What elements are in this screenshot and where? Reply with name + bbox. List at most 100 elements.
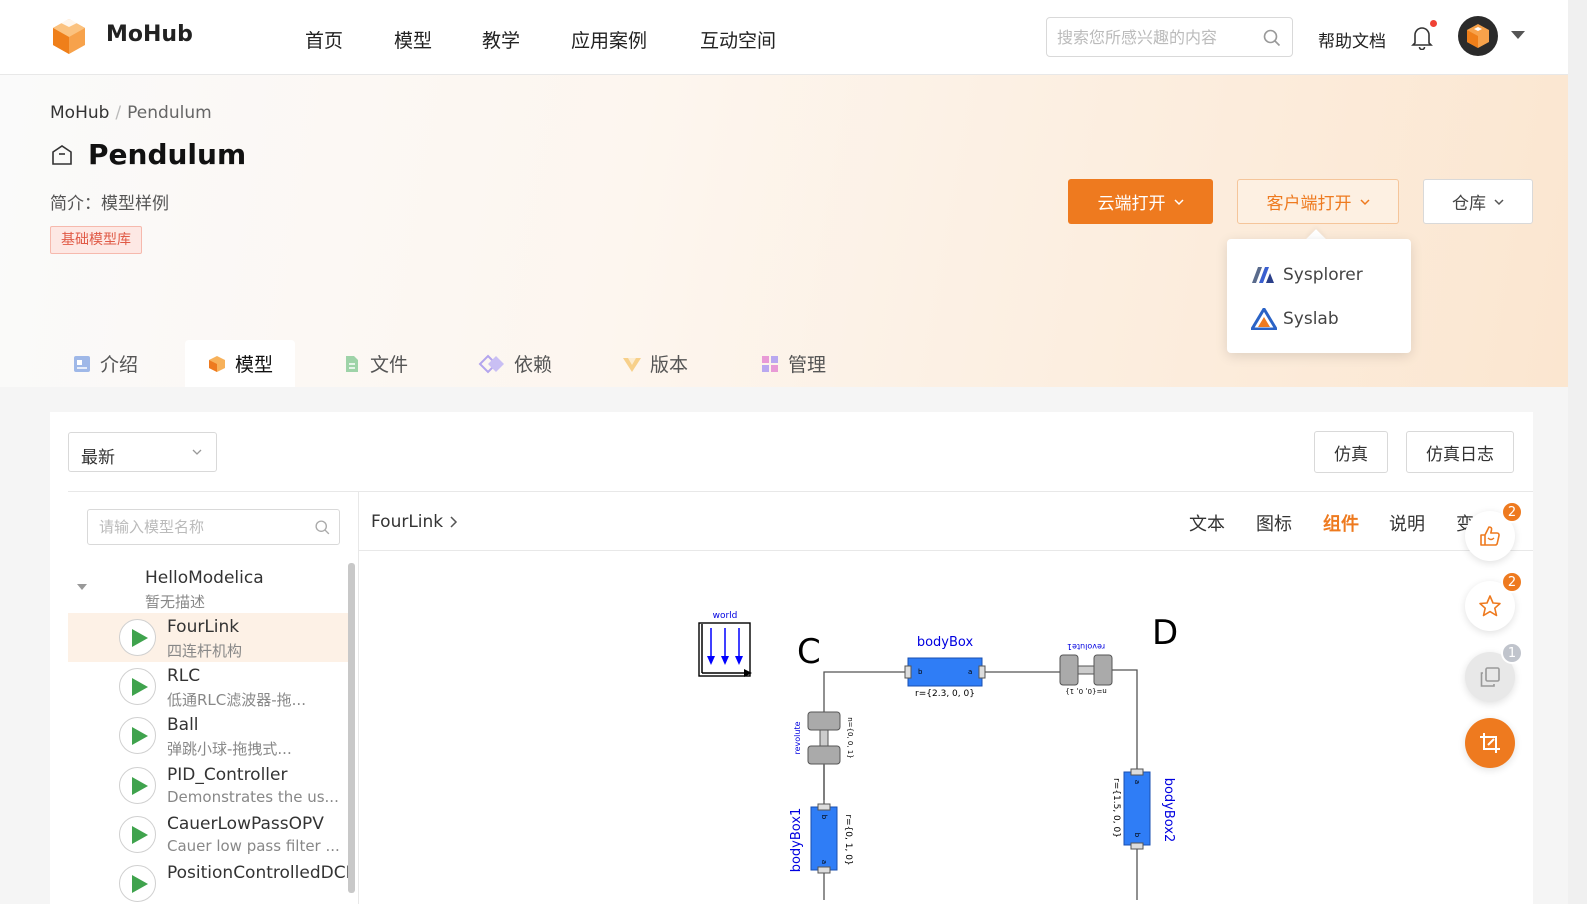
search-input[interactable] — [1057, 26, 1257, 48]
syslab-label: Syslab — [1283, 309, 1339, 329]
tab-dependencies[interactable]: 依赖 — [456, 340, 574, 387]
tree-item-desc: 四连杆机构 — [167, 642, 243, 660]
tree-item-pid-controller[interactable]: PID_Controller Demonstrates the us... — [68, 761, 350, 810]
crop-button[interactable] — [1465, 718, 1515, 768]
mohub-logo-icon[interactable] — [50, 17, 88, 55]
chevron-down-icon — [192, 449, 202, 455]
simulate-button[interactable]: 仿真 — [1314, 431, 1388, 473]
site-search[interactable] — [1046, 17, 1293, 57]
bodybox-component[interactable]: bodyBox b a r={2.3, 0, 0} — [904, 635, 986, 699]
port-label: b — [918, 668, 923, 676]
search-icon[interactable] — [314, 519, 331, 536]
nav-link-teaching[interactable]: 教学 — [482, 26, 520, 53]
avatar[interactable] — [1458, 16, 1498, 56]
tree-root-name[interactable]: HelloModelica — [145, 568, 264, 588]
version-select[interactable]: 最新 — [68, 432, 217, 472]
tree-item-name: FourLink — [167, 617, 240, 637]
chevron-down-icon — [1359, 198, 1370, 205]
star-icon — [1479, 595, 1501, 617]
category-tag[interactable]: 基础模型库 — [50, 226, 142, 254]
nav-link-home[interactable]: 首页 — [305, 26, 343, 53]
play-icon[interactable] — [119, 717, 156, 754]
bodybox1-label: bodyBox1 — [789, 808, 804, 873]
port-label: b — [1133, 833, 1141, 838]
model-search[interactable] — [87, 509, 340, 545]
simulation-log-button[interactable]: 仿真日志 — [1406, 431, 1514, 473]
bodybox2-label: bodyBox2 — [1161, 778, 1176, 843]
open-client-button[interactable]: 客户端打开 — [1237, 179, 1399, 224]
play-icon[interactable] — [119, 767, 156, 804]
tab-manage[interactable]: 管理 — [738, 340, 848, 387]
world-component[interactable]: world — [698, 611, 752, 677]
repository-button[interactable]: 仓库 — [1423, 179, 1533, 224]
port-label: a — [968, 668, 972, 676]
manage-icon — [762, 355, 778, 372]
tab-versions[interactable]: 版本 — [600, 340, 710, 387]
menu-item-sysplorer[interactable]: Sysplorer — [1251, 259, 1363, 291]
tree-item-desc: 弹跳小球-拖拽式... — [167, 740, 292, 758]
bodybox2-component[interactable]: a b bodyBox2 r={1.5, 0, 0} — [1111, 768, 1176, 850]
bell-icon[interactable] — [1410, 24, 1434, 50]
bodybox-param: r={2.3, 0, 0} — [915, 689, 975, 699]
view-tab-component[interactable]: 组件 — [1323, 510, 1359, 536]
search-icon[interactable] — [1262, 28, 1282, 48]
version-icon — [623, 357, 641, 372]
collapse-caret-icon[interactable] — [77, 584, 87, 590]
nav-link-community[interactable]: 互动空间 — [700, 26, 776, 53]
favorite-button[interactable]: 2 — [1465, 571, 1523, 631]
tree-scrollbar[interactable] — [348, 563, 355, 893]
tab-models[interactable]: 模型 — [185, 340, 296, 387]
copy-icon — [1480, 667, 1500, 687]
divider — [68, 491, 1533, 492]
tree-item-positioncontrolleddcpm[interactable]: PositionControlledDCPM — [68, 859, 350, 904]
tree-item-fourlink[interactable]: FourLink 四连杆机构 — [68, 613, 350, 662]
tree-item-cauerlowpassopv[interactable]: CauerLowPassOPV Cauer low pass filter ..… — [68, 810, 350, 859]
nav-link-cases[interactable]: 应用案例 — [571, 26, 647, 53]
view-tab-text[interactable]: 文本 — [1189, 510, 1225, 536]
bodybox1-component[interactable]: b a bodyBox1 r={0, 1, 0} — [789, 803, 853, 874]
repo-description: 简介：模型样例 — [50, 194, 169, 214]
tree-item-rlc[interactable]: RLC 低通RLC滤波器-拖... — [68, 662, 350, 711]
tree-root-desc: 暂无描述 — [145, 593, 206, 611]
revolute1-component[interactable]: revolute1 n={0, 0, 1} — [1059, 642, 1113, 695]
like-count-badge: 2 — [1501, 501, 1523, 523]
brand-name[interactable]: MoHub — [106, 22, 193, 47]
menu-item-syslab[interactable]: Syslab — [1251, 303, 1339, 335]
tree-item-ball[interactable]: Ball 弹跳小球-拖拽式... — [68, 711, 350, 760]
favorite-count-badge: 2 — [1501, 571, 1523, 593]
revolute-param: n={0, 0, 1} — [846, 717, 854, 758]
tab-label: 介绍 — [100, 354, 139, 376]
copy-button[interactable]: 1 — [1465, 642, 1523, 702]
tree-item-desc: Demonstrates the us... — [167, 788, 339, 806]
revolute1-label: revolute1 — [1067, 642, 1105, 651]
component-diagram[interactable]: world C D bodyBox b a r={2.3, 0, 0} revo… — [670, 600, 1230, 900]
syslab-icon — [1251, 308, 1277, 330]
page-scrollbar[interactable] — [1568, 0, 1587, 904]
play-icon[interactable] — [119, 619, 156, 656]
help-docs-link[interactable]: 帮助文档 — [1318, 27, 1386, 52]
view-tab-documentation[interactable]: 说明 — [1389, 510, 1425, 536]
thumbs-up-icon — [1480, 526, 1500, 546]
top-navbar: MoHub 首页 模型 教学 应用案例 互动空间 帮助文档 — [0, 0, 1568, 75]
repository-icon — [52, 145, 72, 165]
bodybox1-param: r={0, 1, 0} — [843, 814, 853, 865]
view-tab-icon[interactable]: 图标 — [1256, 510, 1292, 536]
revolute1-param: n={0, 0, 1} — [1065, 687, 1106, 695]
play-icon[interactable] — [119, 668, 156, 705]
play-icon[interactable] — [119, 816, 156, 853]
chevron-down-icon[interactable] — [1511, 31, 1525, 39]
revolute-component[interactable]: revolute n={0, 0, 1} — [793, 711, 854, 765]
nav-link-models[interactable]: 模型 — [394, 26, 432, 53]
play-icon[interactable] — [119, 865, 156, 902]
like-button[interactable]: 2 — [1465, 501, 1523, 561]
tab-files[interactable]: 文件 — [320, 340, 430, 387]
sysplorer-icon — [1252, 267, 1274, 283]
tab-label: 模型 — [235, 354, 274, 376]
repository-label: 仓库 — [1452, 194, 1486, 214]
port-label: b — [820, 815, 828, 820]
model-crumb-name[interactable]: FourLink — [371, 512, 443, 532]
model-search-input[interactable] — [99, 517, 309, 537]
open-cloud-button[interactable]: 云端打开 — [1068, 179, 1213, 224]
breadcrumb-root[interactable]: MoHub — [50, 103, 109, 123]
tab-intro[interactable]: 介绍 — [50, 340, 160, 387]
